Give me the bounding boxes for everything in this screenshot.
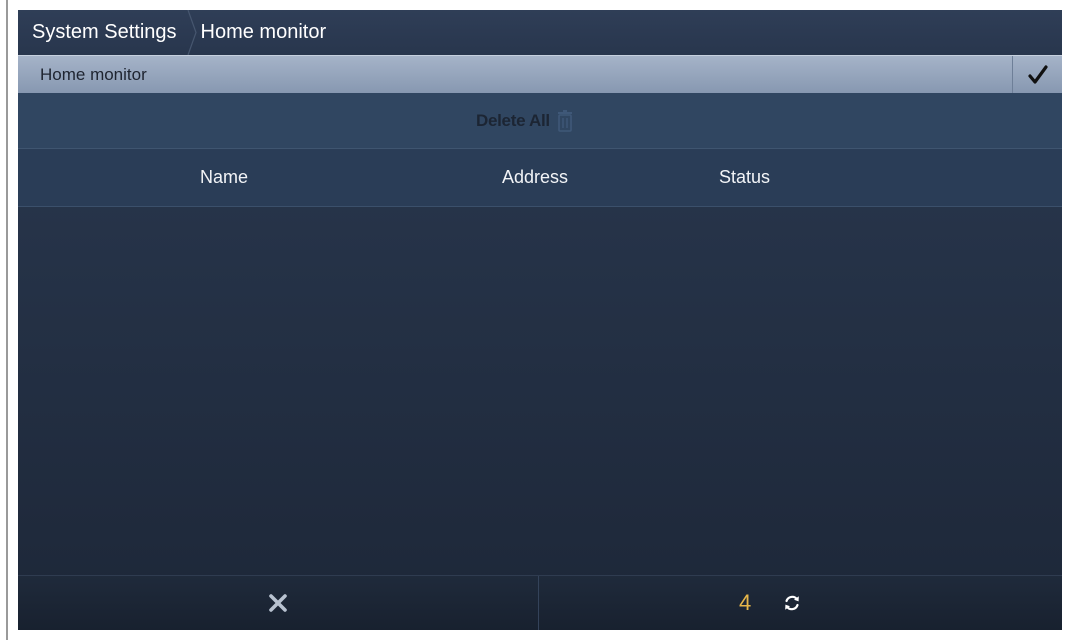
bottom-bar: 4	[18, 575, 1062, 630]
home-monitor-screen: System Settings Home monitor Home monito…	[18, 10, 1062, 630]
breadcrumb-system-settings[interactable]: System Settings	[18, 21, 177, 44]
column-header-status[interactable]: Status	[719, 149, 770, 206]
close-icon	[269, 594, 287, 612]
left-divider	[6, 0, 8, 640]
refresh-button[interactable]	[781, 592, 803, 614]
bottom-divider	[538, 576, 539, 630]
confirm-button[interactable]	[1012, 56, 1062, 93]
breadcrumb-separator-icon	[186, 10, 197, 55]
table-header: Name Address Status	[18, 149, 1062, 207]
delete-all-button[interactable]: Delete All	[476, 107, 574, 135]
delete-all-row: Delete All	[18, 93, 1062, 149]
breadcrumb: System Settings Home monitor	[18, 10, 1062, 55]
delete-all-label: Delete All	[476, 111, 550, 130]
column-header-address[interactable]: Address	[502, 149, 568, 206]
page-title: Home monitor	[40, 65, 147, 84]
breadcrumb-home-monitor: Home monitor	[200, 21, 327, 43]
device-count: 4	[739, 590, 752, 615]
cancel-button[interactable]	[18, 576, 538, 630]
trash-icon	[557, 110, 572, 132]
count-refresh-group: 4	[739, 576, 803, 630]
column-header-name[interactable]: Name	[200, 149, 248, 206]
refresh-icon	[785, 595, 800, 611]
table-body	[18, 207, 1062, 575]
title-bar: Home monitor	[18, 55, 1062, 93]
checkmark-icon	[1027, 64, 1048, 84]
app-frame: System Settings Home monitor Home monito…	[0, 0, 1065, 640]
